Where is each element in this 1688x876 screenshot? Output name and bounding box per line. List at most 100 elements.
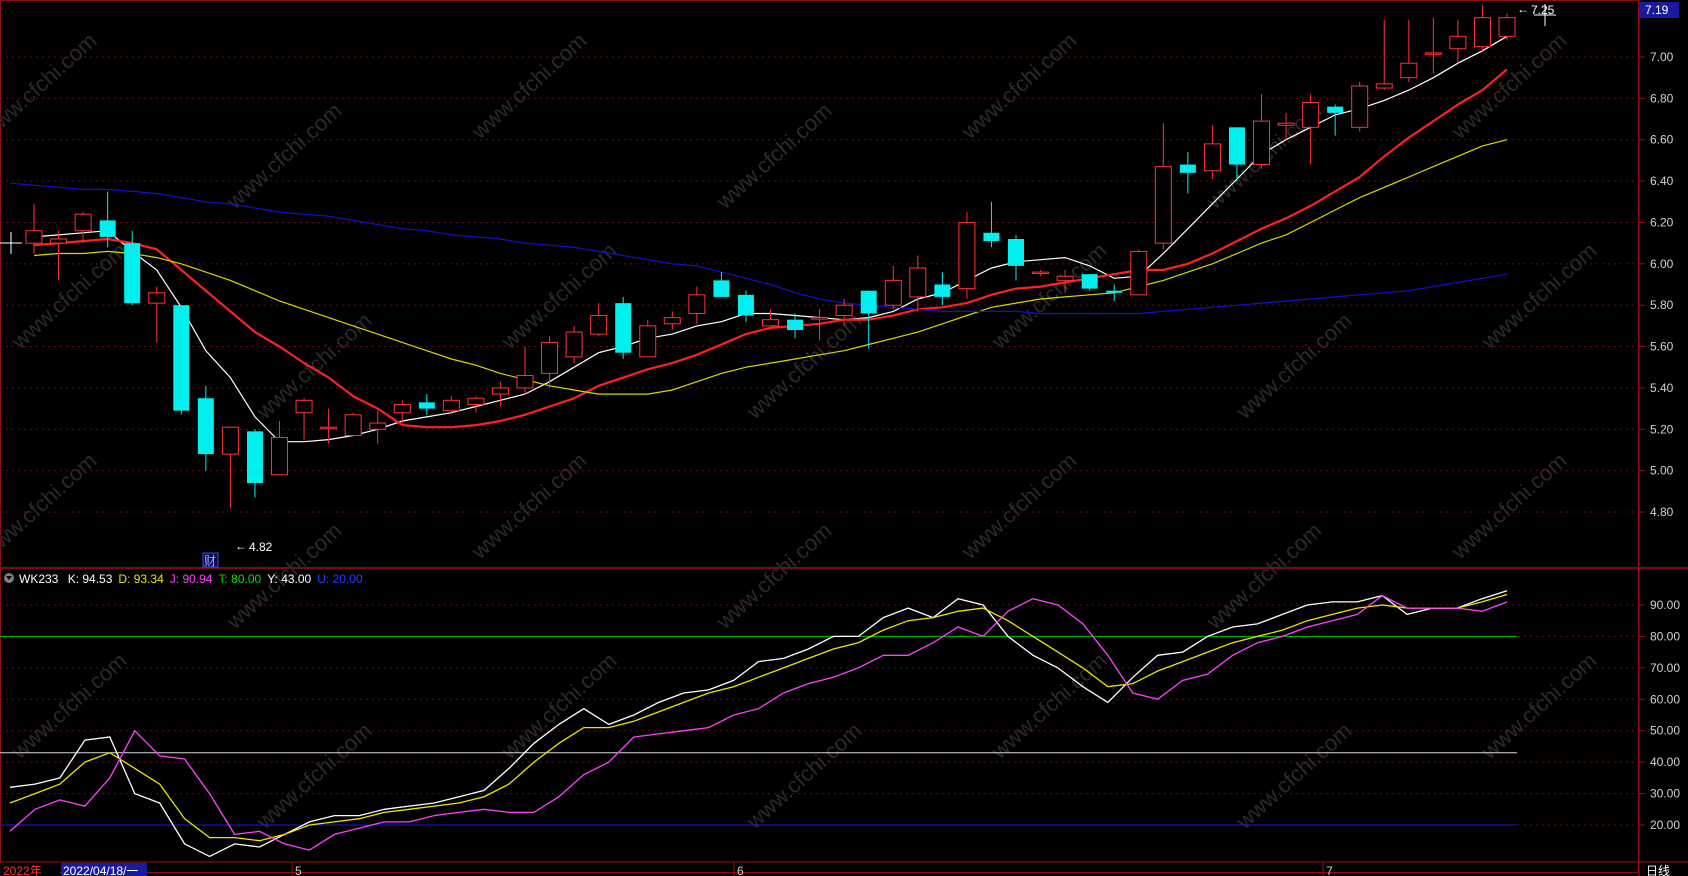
period-label[interactable]: 日线 xyxy=(1646,864,1670,876)
watermark-text: www.cfchi.com xyxy=(986,238,1112,355)
indicator-tick-label: 90.00 xyxy=(1650,598,1680,612)
candle xyxy=(1498,13,1516,41)
watermark-text: www.cfchi.com xyxy=(251,718,377,835)
candle xyxy=(1130,249,1148,296)
candle xyxy=(590,303,608,337)
event-tag-label: 财 xyxy=(204,554,216,568)
candle-body xyxy=(124,243,141,304)
candle xyxy=(713,272,730,297)
watermark-text: www.cfchi.com xyxy=(711,518,837,635)
candle-body xyxy=(418,402,435,409)
candle-body xyxy=(934,284,951,297)
candle-body xyxy=(1473,17,1491,48)
candle xyxy=(884,265,902,310)
candle-body xyxy=(173,305,190,411)
month-label: 6 xyxy=(737,864,744,876)
candle-body xyxy=(958,221,976,290)
price-tick-label: 6.00 xyxy=(1650,257,1674,271)
indicator-value: T: 80.00 xyxy=(218,572,261,586)
watermark-text: www.cfchi.com xyxy=(741,718,867,835)
candle xyxy=(271,421,288,476)
candle xyxy=(1179,152,1196,194)
watermark-text: www.cfchi.com xyxy=(1201,518,1327,635)
watermark-text: www.cfchi.com xyxy=(496,648,622,765)
watermark-text: www.cfchi.com xyxy=(6,648,132,765)
candle xyxy=(1008,234,1024,281)
candle-body xyxy=(1277,122,1295,126)
candle xyxy=(1253,94,1270,169)
candle-body xyxy=(1449,35,1467,50)
price-tick-label: 5.00 xyxy=(1650,464,1674,478)
candle-body xyxy=(467,397,485,405)
candle xyxy=(50,230,68,281)
candle xyxy=(295,398,313,440)
watermark-text: www.cfchi.com xyxy=(0,28,101,145)
candle-body xyxy=(1351,85,1369,128)
high-marker-label: 7.25 xyxy=(1531,3,1555,17)
candle-body xyxy=(74,213,92,232)
watermark-text: www.cfchi.com xyxy=(1231,718,1357,835)
watermark-text: www.cfchi.com xyxy=(466,28,592,145)
time-axis: 2022年 2022/04/18/一 5 6 7 日线 xyxy=(0,862,1670,876)
candle xyxy=(1081,274,1098,291)
candle xyxy=(148,286,166,343)
candle xyxy=(1473,5,1491,51)
candle-body xyxy=(271,437,288,476)
candle-body xyxy=(860,290,877,314)
candle-body xyxy=(1130,250,1148,296)
candle xyxy=(467,396,485,413)
watermark-text: www.cfchi.com xyxy=(6,238,132,355)
candle-body xyxy=(1179,164,1196,173)
stock-chart[interactable]: www.cfchi.com www.cfchi.com www.cfchi.com w… xyxy=(0,0,1688,876)
candle-body xyxy=(197,398,214,455)
candle-body xyxy=(663,317,681,325)
price-tick-label: 4.80 xyxy=(1650,505,1674,519)
candle xyxy=(565,325,583,364)
watermark-text: www.cfchi.com xyxy=(956,448,1082,565)
candle xyxy=(173,305,190,415)
candle-body xyxy=(221,426,239,455)
candle-body xyxy=(737,294,754,316)
watermark-text: www.cfchi.com xyxy=(251,308,377,425)
candle-body xyxy=(1327,106,1344,113)
candle xyxy=(663,311,681,330)
candle-body xyxy=(884,279,902,306)
current-price-label: 7.19 xyxy=(1645,3,1669,17)
candle-body xyxy=(909,267,927,298)
month-label: 5 xyxy=(295,864,302,876)
candle-body xyxy=(491,387,509,395)
price-tick-label: 6.40 xyxy=(1650,174,1674,188)
indicator-values: WK233 K: 94.53 D: 93.34 J: 90.94 T: 80.00 Y:… xyxy=(19,572,363,586)
candle xyxy=(934,272,951,306)
candle xyxy=(983,201,1000,248)
candle xyxy=(221,426,239,508)
candle xyxy=(1106,284,1123,302)
candle-body xyxy=(615,303,632,353)
candle-body xyxy=(983,232,1000,242)
candle xyxy=(74,212,92,244)
candle-body xyxy=(811,317,829,320)
candle-body xyxy=(713,280,730,297)
candlestick-series[interactable] xyxy=(25,5,1516,508)
price-tick-label: 6.80 xyxy=(1650,91,1674,105)
candle-body xyxy=(565,331,583,358)
candle-body xyxy=(50,238,68,244)
candle-body xyxy=(295,399,313,414)
candle-body xyxy=(369,422,387,430)
candle xyxy=(688,286,706,324)
price-tick-label: 5.40 xyxy=(1650,381,1674,395)
low-marker-arrow: ← xyxy=(235,539,247,553)
indicator-value: K: 94.53 xyxy=(68,572,113,586)
candle xyxy=(787,313,804,339)
watermark-text: www.cfchi.com xyxy=(221,98,347,215)
watermark-text: www.cfchi.com xyxy=(1476,648,1602,765)
price-tick-label: 6.20 xyxy=(1650,215,1674,229)
candle xyxy=(762,309,779,327)
candle xyxy=(418,394,435,415)
price-tick-label: 5.80 xyxy=(1650,298,1674,312)
candle xyxy=(1375,19,1393,91)
indicator-value: U: 20.00 xyxy=(317,572,363,586)
indicator-tick-label: 70.00 xyxy=(1650,661,1680,675)
candle xyxy=(1154,123,1172,250)
month-label: 7 xyxy=(1326,864,1333,876)
